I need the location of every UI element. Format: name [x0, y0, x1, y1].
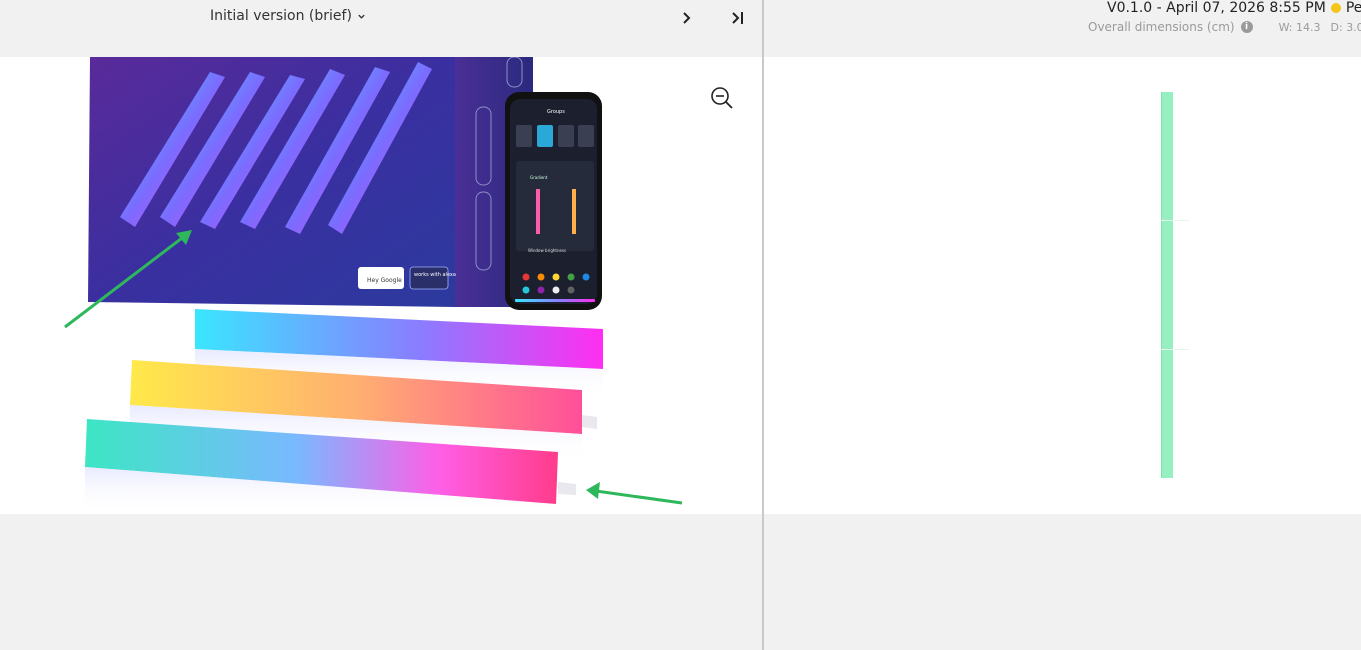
phone-gradient-label: Gradient	[530, 175, 548, 180]
alexa-badge-text: works with alexa	[414, 272, 456, 278]
width-value: W: 14.3	[1278, 20, 1321, 34]
reference-pane: Initial version (brief) Hey Google works…	[0, 0, 762, 650]
segment-line	[1161, 349, 1189, 350]
google-badge-text: Hey Google	[367, 277, 402, 284]
version-dropdown-label: Initial version (brief)	[210, 8, 352, 24]
depth-value: D: 3.0	[1330, 20, 1361, 34]
light-bar-model	[1161, 92, 1173, 478]
phone-brightness-label: Window brightness	[528, 248, 566, 253]
alexa-badge	[409, 266, 449, 290]
phone-mockup: Groups Gradient Window brightness	[505, 92, 602, 310]
dimensions-info: Overall dimensions (cm) i W: 14.3 D: 3.0…	[1088, 20, 1361, 34]
model-pane: V0.1.0 - April 07, 2026 8:55 PM Pendi Ov…	[764, 0, 1361, 650]
zoom-out-icon[interactable]	[710, 86, 734, 110]
product-illustration: Hey Google works with alexa Groups Gradi…	[64, 57, 683, 514]
version-text: V0.1.0 - April 07, 2026 8:55 PM	[1107, 0, 1326, 16]
product-image: Hey Google works with alexa Groups Gradi…	[0, 57, 762, 514]
annotation-arrow-2	[586, 482, 683, 505]
model-viewport[interactable]	[764, 57, 1361, 514]
status-dot	[1330, 3, 1341, 13]
chevron-right-icon[interactable]	[678, 10, 694, 26]
status-text: Pendi	[1345, 0, 1361, 16]
phone-title: Groups	[547, 109, 565, 115]
skip-to-end-icon[interactable]	[729, 10, 747, 26]
reference-header: Initial version (brief)	[0, 0, 762, 57]
segment-line	[1161, 220, 1189, 221]
chevron-down-icon	[358, 14, 365, 19]
info-icon[interactable]: i	[1240, 21, 1253, 33]
version-info: V0.1.0 - April 07, 2026 8:55 PM Pendi	[1107, 0, 1361, 16]
version-dropdown[interactable]: Initial version (brief)	[210, 8, 366, 24]
dimensions-label: Overall dimensions (cm)	[1088, 20, 1235, 34]
